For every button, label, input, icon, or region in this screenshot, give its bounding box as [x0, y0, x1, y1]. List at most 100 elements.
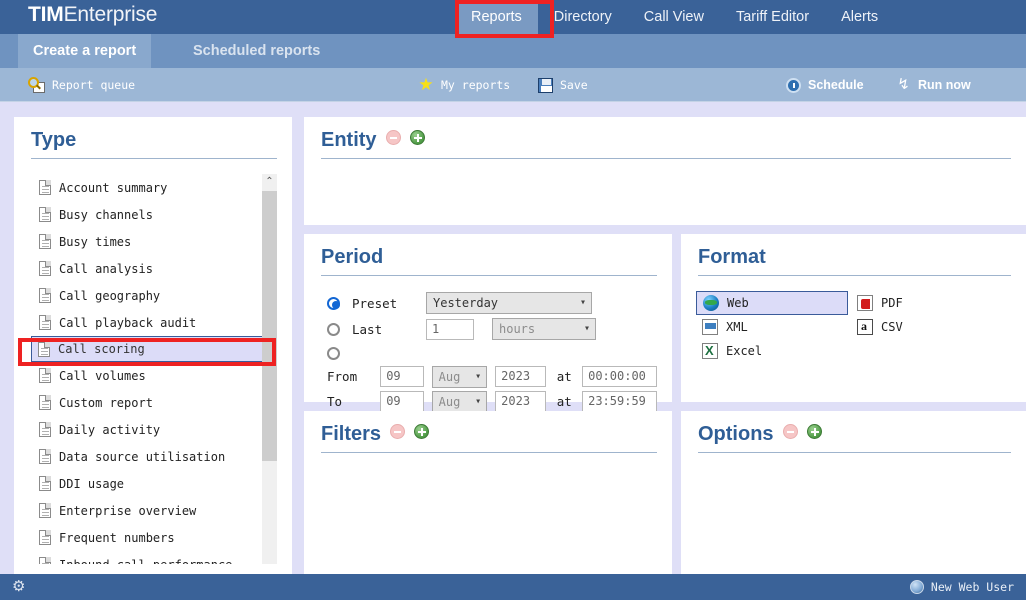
nav-tab-alerts[interactable]: Alerts: [825, 0, 894, 34]
document-icon: [39, 503, 51, 518]
filters-add-icon[interactable]: [414, 424, 429, 439]
entity-panel: Entity: [304, 117, 1026, 225]
filters-panel: Filters: [304, 411, 672, 577]
list-item[interactable]: Frequent numbers: [31, 524, 276, 551]
custom-range-radio[interactable]: [327, 347, 340, 360]
document-icon: [39, 449, 51, 464]
floppy-disk-icon: [538, 78, 553, 93]
scroll-up-icon[interactable]: ⌃: [262, 174, 277, 190]
preset-select[interactable]: Yesterday: [426, 292, 592, 314]
format-option-web[interactable]: Web: [696, 291, 848, 315]
subtab-scheduled-reports[interactable]: Scheduled reports: [178, 34, 335, 68]
list-item[interactable]: DDI usage: [31, 470, 276, 497]
list-item[interactable]: Enterprise overview: [31, 497, 276, 524]
type-panel-title: Type: [14, 117, 76, 158]
logo-light-text: Enterprise: [64, 3, 158, 26]
to-at-label: at: [554, 394, 574, 409]
list-item[interactable]: Call playback audit: [31, 309, 276, 336]
list-item-call-scoring[interactable]: Call scoring: [31, 336, 276, 362]
filters-remove-icon[interactable]: [390, 424, 405, 439]
last-radio[interactable]: [327, 323, 340, 336]
list-item[interactable]: Call analysis: [31, 255, 276, 282]
list-item[interactable]: Data source utilisation: [31, 443, 276, 470]
from-year-input[interactable]: 2023: [495, 366, 546, 387]
list-item[interactable]: Custom report: [31, 389, 276, 416]
run-now-button[interactable]: ↯ Run now: [896, 68, 971, 102]
document-icon: [39, 234, 51, 249]
list-item-label: Call volumes: [59, 369, 146, 383]
scrollbar-thumb[interactable]: [262, 191, 277, 461]
format-option-label: Web: [727, 296, 749, 310]
nav-tab-tariff-editor[interactable]: Tariff Editor: [720, 0, 825, 34]
nav-tab-directory[interactable]: Directory: [538, 0, 628, 34]
application-window: TIMEnterprise Reports Directory Call Vie…: [0, 0, 1026, 600]
report-queue-label: Report queue: [52, 78, 135, 92]
report-toolbar: Report queue ★ My reports Save Schedule …: [0, 68, 1026, 102]
report-type-list[interactable]: Account summary Busy channels Busy times…: [31, 174, 276, 564]
current-user-indicator[interactable]: New Web User: [910, 574, 1014, 600]
from-day-input[interactable]: 09: [380, 366, 423, 387]
list-item[interactable]: Inbound call performance: [31, 551, 276, 564]
preset-radio[interactable]: [327, 297, 340, 310]
format-option-xml[interactable]: XML: [696, 315, 848, 339]
csv-icon: [857, 319, 873, 335]
save-button[interactable]: Save: [538, 68, 588, 102]
entity-remove-icon[interactable]: [386, 130, 401, 145]
clock-icon: [786, 78, 801, 93]
last-unit-select[interactable]: hours: [492, 318, 596, 340]
document-icon: [39, 288, 51, 303]
from-time-input[interactable]: 00:00:00: [582, 366, 657, 387]
to-month-select[interactable]: Aug: [432, 391, 487, 413]
save-label: Save: [560, 78, 588, 92]
to-day-input[interactable]: 09: [380, 391, 423, 412]
options-panel: Options: [681, 411, 1026, 577]
period-from-row: From 09 Aug 2023 at 00:00:00: [327, 364, 657, 389]
format-panel-header: Format: [681, 234, 1026, 275]
document-icon: [39, 557, 51, 564]
options-panel-divider: [698, 452, 1011, 453]
list-item[interactable]: Busy times: [31, 228, 276, 255]
report-queue-button[interactable]: Report queue: [28, 68, 135, 102]
to-time-input[interactable]: 23:59:59: [582, 391, 657, 412]
options-panel-header: Options: [681, 411, 1026, 452]
my-reports-button[interactable]: ★ My reports: [418, 68, 510, 102]
content-area: Type Account summary Busy channels Busy …: [0, 103, 1026, 574]
type-list-scrollbar[interactable]: ⌃: [262, 174, 277, 564]
options-add-icon[interactable]: [807, 424, 822, 439]
options-remove-icon[interactable]: [783, 424, 798, 439]
last-count-input[interactable]: 1: [426, 319, 474, 340]
format-option-pdf[interactable]: PDF: [851, 291, 1001, 315]
filters-panel-title: Filters: [304, 411, 381, 452]
gear-icon[interactable]: ⚙: [12, 579, 27, 594]
preset-label: Preset: [352, 296, 414, 311]
period-panel-header: Period: [304, 234, 672, 275]
document-icon: [39, 207, 51, 222]
list-item[interactable]: Call geography: [31, 282, 276, 309]
list-item[interactable]: Daily activity: [31, 416, 276, 443]
list-item[interactable]: Account summary: [31, 174, 276, 201]
schedule-button[interactable]: Schedule: [786, 68, 864, 102]
to-year-input[interactable]: 2023: [495, 391, 546, 412]
main-navigation: Reports Directory Call View Tariff Edito…: [455, 0, 894, 34]
format-option-excel[interactable]: Excel: [696, 339, 848, 363]
run-now-label: Run now: [918, 78, 971, 92]
document-icon: [39, 368, 51, 383]
subtab-create-a-report[interactable]: Create a report: [18, 34, 151, 68]
format-option-csv[interactable]: CSV: [851, 315, 1001, 339]
filters-panel-divider: [321, 452, 657, 453]
filters-panel-header: Filters: [304, 411, 672, 452]
nav-tab-call-view[interactable]: Call View: [628, 0, 720, 34]
to-label: To: [327, 394, 372, 409]
list-item[interactable]: Busy channels: [31, 201, 276, 228]
document-icon: [39, 422, 51, 437]
web-icon: [703, 295, 719, 311]
nav-tab-reports[interactable]: Reports: [455, 0, 538, 34]
format-option-label: CSV: [881, 320, 903, 334]
list-item-label: Daily activity: [59, 423, 160, 437]
from-month-select[interactable]: Aug: [432, 366, 487, 388]
entity-add-icon[interactable]: [410, 130, 425, 145]
list-item[interactable]: Call volumes: [31, 362, 276, 389]
list-item-label: Enterprise overview: [59, 504, 196, 518]
period-last-row: Last 1 hours: [327, 316, 657, 342]
app-logo: TIMEnterprise: [28, 3, 157, 27]
